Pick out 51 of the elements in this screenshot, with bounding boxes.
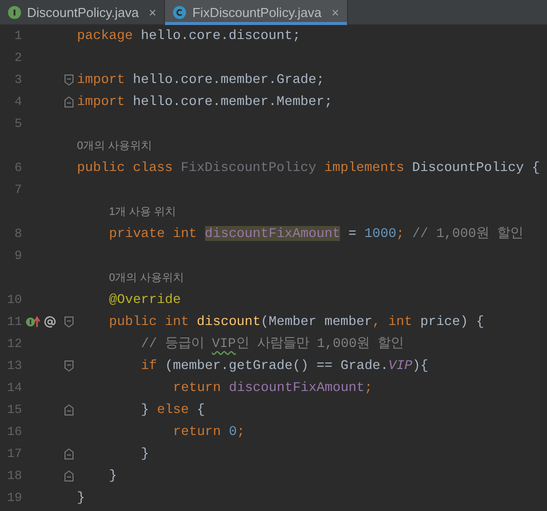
- code-line: }: [141, 446, 149, 462]
- implements-icon: [26, 316, 40, 328]
- code-line: public int discount(Member member, int price) {: [109, 314, 484, 330]
- code-line: public class FixDiscountPolicy implements DiscountPolicy {: [77, 160, 540, 176]
- code-line: private int discountFixAmount = 1000; // 1,000원 할인: [109, 226, 524, 242]
- usage-hint: 0개의 사용위치: [77, 140, 152, 152]
- line-number: 3: [13, 72, 22, 89]
- close-icon[interactable]: ×: [148, 2, 156, 22]
- line-number: 18: [6, 468, 22, 485]
- close-icon[interactable]: ×: [331, 2, 340, 22]
- usage-hint: 1개 사용 위치: [109, 206, 176, 218]
- line-number: 7: [13, 182, 22, 199]
- fold-icon[interactable]: [64, 316, 74, 328]
- code-line: if (member.getGrade() == Grade.VIP){: [141, 358, 428, 374]
- line-number: 2: [13, 50, 22, 67]
- line-number: 8: [13, 226, 22, 243]
- line-number: 12: [6, 336, 22, 353]
- line-number: 10: [6, 292, 22, 309]
- editor-tab[interactable]: FixDiscountPolicy.java ×: [165, 0, 348, 25]
- line-number: 19: [6, 490, 22, 507]
- code-line: @Override: [109, 292, 181, 308]
- fold-icon[interactable]: [64, 96, 74, 108]
- line-number: 16: [6, 424, 22, 441]
- annotation-icon: [44, 316, 56, 328]
- code-line: import hello.core.member.Grade;: [77, 72, 324, 88]
- line-number: 6: [13, 160, 22, 177]
- line-number: 17: [6, 446, 22, 463]
- line-number: 14: [6, 380, 22, 397]
- line-number: 13: [6, 358, 22, 375]
- fold-icon[interactable]: [64, 74, 74, 86]
- usage-hint: 0개의 사용위치: [109, 272, 184, 284]
- code-line: }: [109, 468, 117, 484]
- line-number: 11: [6, 314, 22, 331]
- code-line: package hello.core.discount;: [77, 28, 300, 44]
- fold-icon[interactable]: [64, 470, 74, 482]
- code-line: }: [77, 490, 85, 506]
- interface-icon: [8, 6, 21, 19]
- line-number: 5: [13, 116, 22, 133]
- line-number: 15: [6, 402, 22, 419]
- line-number: 9: [13, 248, 22, 265]
- code-line: // 등급이 VIP인 사람들만 1,000원 할인: [141, 336, 404, 352]
- code-line: return 0;: [173, 424, 245, 440]
- line-number: 4: [13, 94, 22, 111]
- fold-icon[interactable]: [64, 360, 74, 372]
- code-line: } else {: [141, 402, 205, 418]
- fold-icon[interactable]: [64, 448, 74, 460]
- code-line: return discountFixAmount;: [173, 380, 372, 396]
- line-number: 1: [13, 28, 22, 45]
- class-icon: [173, 6, 186, 19]
- fold-icon[interactable]: [64, 404, 74, 416]
- code-line: import hello.core.member.Member;: [77, 94, 332, 110]
